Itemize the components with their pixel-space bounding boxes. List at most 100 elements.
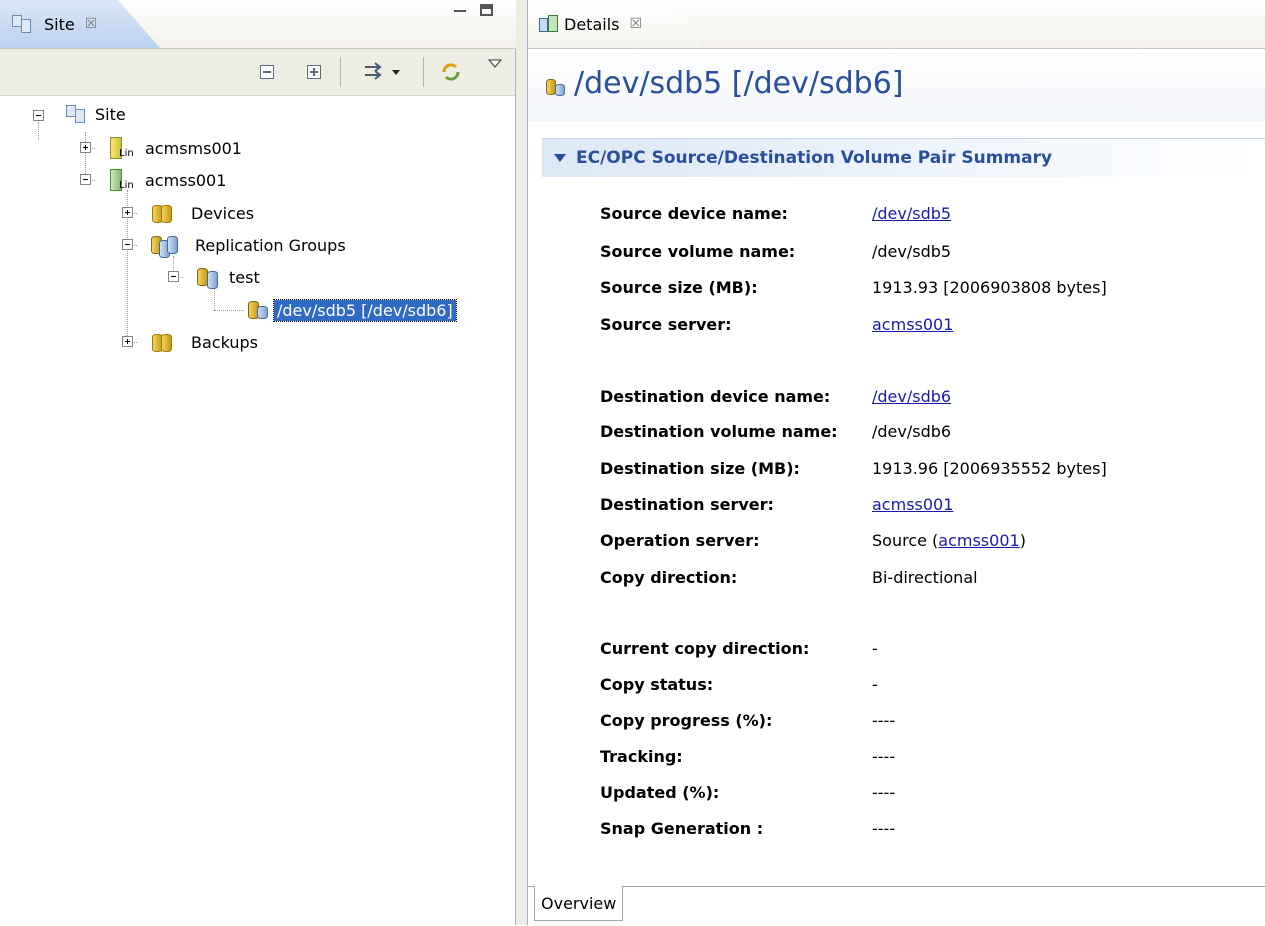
lin-badge: Lin xyxy=(119,148,134,159)
prop-value: 1913.93 [2006903808 bytes] xyxy=(872,277,1107,297)
prop-label: Source volume name: xyxy=(600,241,796,261)
prop-label: Destination device name: xyxy=(600,386,831,406)
expand-toggle-backups[interactable] xyxy=(122,336,133,347)
filter-arrows-icon xyxy=(365,62,400,80)
site-view-tabbar: Site ☒ xyxy=(0,0,516,49)
prop-source-size: Source size (MB): 1913.93 [2006903808 by… xyxy=(600,272,1107,302)
prop-copy-status: Copy status: - xyxy=(600,669,878,699)
refresh-icon xyxy=(442,63,460,81)
tree-node-label: Replication Groups xyxy=(195,235,346,255)
tree-node-label-selected: /dev/sdb5 [/dev/sdb6] xyxy=(273,298,457,322)
close-icon[interactable]: ☒ xyxy=(85,16,98,32)
source-device-link[interactable]: /dev/sdb5 xyxy=(872,204,951,223)
prop-source-volume: Source volume name: /dev/sdb5 xyxy=(600,236,951,266)
tree-node-acmss001[interactable]: Lin acmss001 xyxy=(106,166,229,194)
twisty-expanded-icon[interactable] xyxy=(554,154,566,162)
pane-splitter[interactable] xyxy=(516,0,527,925)
expand-all-icon xyxy=(307,65,321,79)
prop-copy-progress: Copy progress (%): ---- xyxy=(600,705,895,735)
toolbar-separator xyxy=(340,57,341,87)
tree-node-volume-pair[interactable]: /dev/sdb5 [/dev/sdb6] xyxy=(246,296,457,324)
cylinder-shape xyxy=(257,306,268,319)
tree-node-site[interactable]: Site xyxy=(64,100,129,128)
tree-connector xyxy=(214,288,215,310)
toolbar-separator xyxy=(423,57,424,87)
volume-pair-icon xyxy=(246,299,268,321)
section-header[interactable]: EC/OPC Source/Destination Volume Pair Su… xyxy=(542,138,1265,177)
tab-overview[interactable]: Overview xyxy=(534,886,624,921)
details-header: /dev/sdb5 [/dev/sdb6] xyxy=(528,49,1265,121)
tab-details[interactable]: Details ☒ xyxy=(528,0,703,48)
prop-label: Updated (%): xyxy=(600,782,720,802)
tree-node-backups[interactable]: Backups xyxy=(150,328,261,356)
collapse-toggle-site[interactable] xyxy=(33,110,44,121)
prop-value: - xyxy=(872,638,878,658)
prop-value: ---- xyxy=(872,818,896,838)
close-icon[interactable]: ☒ xyxy=(629,16,642,32)
destination-device-link[interactable]: /dev/sdb6 xyxy=(872,387,951,406)
prop-label: Destination size (MB): xyxy=(600,458,800,478)
site-view-toolbar xyxy=(0,49,515,96)
prop-value: Source (acmss001) xyxy=(872,531,1026,550)
expand-toggle-devices[interactable] xyxy=(122,207,133,218)
cylinder-shape xyxy=(167,236,178,254)
refresh-button[interactable] xyxy=(440,61,462,83)
tree-node-replication-groups[interactable]: Replication Groups xyxy=(150,231,349,259)
collapse-toggle-acmss001[interactable] xyxy=(80,174,91,185)
minimize-icon[interactable] xyxy=(452,4,468,20)
tab-site[interactable]: Site ☒ xyxy=(0,0,160,48)
tree-node-label: Devices xyxy=(191,203,255,223)
prop-value: ---- xyxy=(872,746,896,766)
tree-node-label: acmsms001 xyxy=(145,138,242,158)
tree-connector xyxy=(38,122,39,140)
prop-source-server: Source server: acmss001 xyxy=(600,309,953,339)
lin-badge: Lin xyxy=(119,180,134,191)
tree-node-label: Site xyxy=(95,104,126,124)
source-server-link[interactable]: acmss001 xyxy=(872,315,953,334)
destination-server-link[interactable]: acmss001 xyxy=(872,495,953,514)
filter-dropdown-button[interactable] xyxy=(360,61,404,83)
tab-site-label: Site xyxy=(44,14,75,34)
expand-all-button[interactable] xyxy=(303,61,325,83)
view-menu-button[interactable] xyxy=(484,53,506,75)
collapse-all-button[interactable] xyxy=(256,61,278,83)
details-view-tabbar: Details ☒ xyxy=(528,0,1265,49)
prop-destination-volume: Destination volume name: /dev/sdb6 xyxy=(600,416,951,446)
collapse-toggle-test[interactable] xyxy=(168,271,179,282)
collapse-toggle-replication-groups[interactable] xyxy=(122,239,133,250)
details-page-tabs: Overview xyxy=(528,886,1265,926)
tree-node-devices[interactable]: Devices xyxy=(150,199,257,227)
prop-destination-size: Destination size (MB): 1913.96 [20069355… xyxy=(600,453,1107,483)
prop-value: Bi-directional xyxy=(872,567,978,587)
site-view: Site ☒ Site Lin acmsms001 Lin acmss001 D… xyxy=(0,0,516,925)
volume-pair-icon xyxy=(546,77,568,99)
details-view: Details ☒ /dev/sdb5 [/dev/sdb6] EC/OPC S… xyxy=(527,0,1265,926)
replication-groups-icon xyxy=(150,234,178,258)
page-title: /dev/sdb5 [/dev/sdb6] xyxy=(574,66,904,101)
prop-value: 1913.96 [2006935552 bytes] xyxy=(872,458,1107,478)
linux-server-icon: Lin xyxy=(106,169,134,191)
prop-value: - xyxy=(872,674,878,694)
prop-label: Operation server: xyxy=(600,530,760,550)
maximize-icon[interactable] xyxy=(480,4,493,16)
prop-destination-server: Destination server: acmss001 xyxy=(600,489,953,519)
prop-label: Source size (MB): xyxy=(600,277,758,297)
prop-value: ---- xyxy=(872,710,896,730)
prop-label: Destination volume name: xyxy=(600,421,838,441)
tree-node-label: Backups xyxy=(191,332,258,352)
section-title: EC/OPC Source/Destination Volume Pair Su… xyxy=(576,148,1053,168)
prop-label: Tracking: xyxy=(600,746,683,766)
prop-label: Snap Generation : xyxy=(600,818,764,838)
replication-group-icon xyxy=(196,266,218,289)
operation-server-link[interactable]: acmss001 xyxy=(938,531,1019,550)
expand-toggle-acmsms001[interactable] xyxy=(80,142,91,153)
site-icon xyxy=(10,13,32,35)
tree-node-test[interactable]: test xyxy=(196,263,263,291)
devices-icon xyxy=(150,202,172,224)
backups-icon xyxy=(150,331,172,353)
tree-connector xyxy=(85,132,86,180)
prop-label: Copy status: xyxy=(600,674,714,694)
tree-node-acmsms001[interactable]: Lin acmsms001 xyxy=(106,134,245,162)
operation-server-suffix: ) xyxy=(1019,530,1026,550)
prop-value: /dev/sdb6 xyxy=(872,421,952,441)
